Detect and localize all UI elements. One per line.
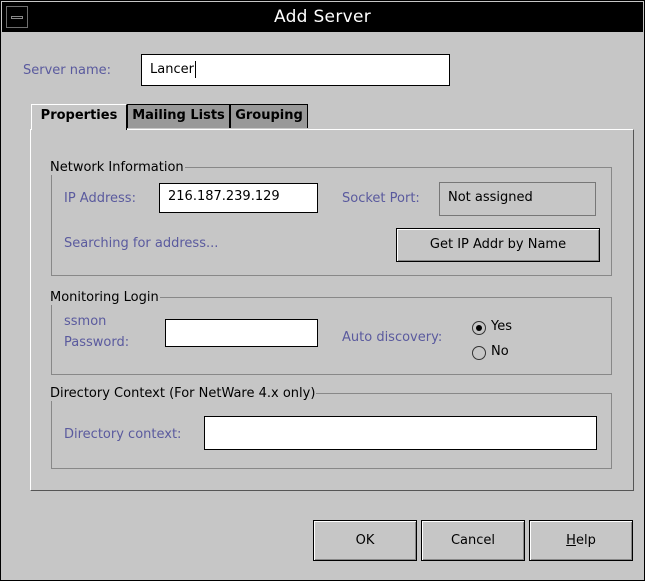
properties-panel: Network Information IP Address: 216.187.… <box>30 129 634 491</box>
server-name-value: Lancer <box>150 62 194 77</box>
text-caret <box>194 61 196 78</box>
auto-discovery-no-label: No <box>491 344 509 359</box>
auto-discovery-no-radio[interactable] <box>472 346 486 360</box>
tab-mailing-lists[interactable]: Mailing Lists <box>127 104 230 128</box>
network-information-legend: Network Information <box>50 160 184 175</box>
directory-context-label: Directory context: <box>64 427 182 442</box>
search-status-text: Searching for address... <box>64 236 219 251</box>
ip-address-label: IP Address: <box>64 191 136 206</box>
window-title: Add Server <box>273 7 372 27</box>
title-bar[interactable]: Add Server <box>2 2 643 32</box>
password-input[interactable] <box>165 319 318 347</box>
password-label: Password: <box>64 335 130 350</box>
monitoring-user-label: ssmon <box>64 314 107 329</box>
get-ip-addr-button[interactable]: Get IP Addr by Name <box>396 228 600 262</box>
monitoring-login-group: Monitoring Login <box>50 290 612 375</box>
server-name-label: Server name: <box>23 63 112 78</box>
help-label-rest: elp <box>575 533 596 548</box>
add-server-dialog: Add Server Server name: Lancer Propertie… <box>0 0 645 581</box>
directory-context-input[interactable] <box>204 416 597 450</box>
directory-context-legend: Directory Context (For NetWare 4.x only) <box>50 386 316 401</box>
socket-port-label: Socket Port: <box>342 191 420 206</box>
auto-discovery-yes-label: Yes <box>491 319 512 334</box>
server-name-input[interactable]: Lancer <box>141 54 450 86</box>
ok-button[interactable]: OK <box>313 520 417 561</box>
cancel-button[interactable]: Cancel <box>421 520 525 561</box>
tab-grouping[interactable]: Grouping <box>230 104 308 128</box>
monitoring-login-legend: Monitoring Login <box>50 290 159 305</box>
help-button[interactable]: Help <box>529 520 633 561</box>
help-mnemonic: H <box>566 533 576 548</box>
ip-address-input[interactable]: 216.187.239.129 <box>159 183 318 213</box>
auto-discovery-label: Auto discovery: <box>342 330 443 345</box>
auto-discovery-yes-radio[interactable] <box>472 321 486 335</box>
socket-port-field: Not assigned <box>439 182 596 216</box>
tab-properties[interactable]: Properties <box>31 104 127 130</box>
